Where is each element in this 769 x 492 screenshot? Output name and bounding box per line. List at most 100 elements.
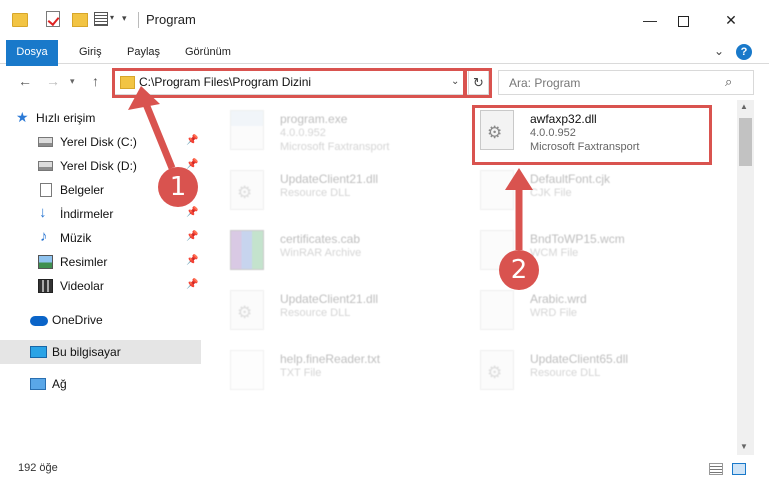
properties-check-icon[interactable] [46,11,60,27]
file-highlight-box [472,105,712,165]
sidebar-item-label: İndirmeler [60,207,114,221]
list-item[interactable]: UpdateClient21.dll Resource DLL [220,162,460,218]
file-name: UpdateClient21.dll [280,292,379,306]
large-icons-view-icon[interactable] [732,463,746,475]
file-type: Resource DLL [280,307,351,319]
list-item[interactable]: DefaultFont.cjk CJK File [470,162,710,218]
file-name: BndToWP15.wcm [530,232,625,246]
music-icon: ♪ [40,228,48,245]
window-title: Program [146,12,196,27]
file-name: help.fineReader.txt [280,352,381,366]
file-name: certificates.cab [280,232,361,246]
list-item[interactable]: Arabic.wrd WRD File [470,282,710,338]
file-icon [480,170,514,210]
sidebar-item-music[interactable]: ♪ Müzik 📌 [0,226,201,250]
file-name: program.exe [280,112,348,126]
file-name: Arabic.wrd [530,292,587,306]
tab-home[interactable]: Giriş [79,40,102,64]
tab-share[interactable]: Paylaş [127,40,160,64]
list-item[interactable]: UpdateClient21.dll Resource DLL [220,282,460,338]
ribbon-tabs: Dosya Giriş Paylaş Görünüm ⌄ ? [0,40,769,96]
up-arrow-icon[interactable]: ↑ [92,73,99,89]
tab-view[interactable]: Görünüm [185,40,231,64]
star-icon: ★ [16,109,29,125]
sidebar-item-quick-access[interactable]: ★ Hızlı erişim [0,106,201,130]
close-button[interactable]: ✕ [708,8,754,32]
sidebar-item-network[interactable]: Ağ [0,372,201,396]
search-placeholder: Ara: Program [509,76,581,90]
sidebar-item-pictures[interactable]: Resimler 📌 [0,250,201,274]
archive-icon [230,230,264,270]
video-icon [38,279,53,293]
pin-icon: 📌 [186,255,199,266]
divider [138,12,139,28]
pin-icon: 📌 [186,279,199,290]
dll-gear-icon [480,350,514,390]
file-type: Resource DLL [530,367,601,379]
search-input[interactable]: Ara: Program ⌕ [498,70,754,95]
file-type: TXT File [280,367,322,379]
new-folder-icon[interactable] [72,13,88,27]
address-highlight-box [112,68,466,98]
sidebar-item-onedrive[interactable]: OneDrive [0,308,201,332]
file-name: UpdateClient21.dll [280,172,379,186]
document-icon [40,183,52,197]
file-icon [480,290,514,330]
file-name: DefaultFont.cjk [530,172,611,186]
folder-icon[interactable] [12,13,28,27]
scroll-up-icon[interactable]: ▲ [740,102,748,111]
list-item[interactable]: certificates.cab WinRAR Archive [220,222,460,278]
details-view-icon[interactable] [709,463,723,475]
search-icon[interactable]: ⌕ [725,74,732,90]
sidebar-item-videos[interactable]: Videolar 📌 [0,274,201,298]
computer-icon [30,346,47,358]
maximize-button[interactable] [660,8,706,32]
file-type: Resource DLL [280,187,351,199]
dll-gear-icon [230,170,264,210]
help-icon[interactable]: ? [736,44,752,60]
status-bar: 192 öğe [0,456,769,482]
sidebar-item-disk-c[interactable]: Yerel Disk (C:) 📌 [0,130,201,154]
back-arrow-icon[interactable]: ← [18,73,32,89]
drive-icon [38,137,53,147]
list-item[interactable]: UpdateClient65.dll Resource DLL [470,342,710,398]
recent-locations-icon[interactable]: ▾ [70,76,75,87]
download-icon: ↓ [39,204,47,221]
sidebar-item-label: Hızlı erişim [36,111,96,125]
chevron-down-icon[interactable]: ▾ [110,13,114,35]
pin-icon: 📌 [186,135,199,146]
sidebar-item-label: Yerel Disk (C:) [60,135,137,149]
vertical-scrollbar[interactable]: ▲ ▼ [737,100,754,455]
file-version: 4.0.0.952 [280,127,326,139]
file-type: WinRAR Archive [280,247,362,259]
pictures-icon [38,255,53,269]
title-bar: ▾ ▾ Program — ✕ [0,0,769,40]
sidebar-item-label: Ağ [52,377,67,391]
refresh-highlight-box [464,68,492,98]
scroll-down-icon[interactable]: ▼ [740,442,748,451]
drive-icon [38,161,53,171]
scroll-thumb[interactable] [739,118,752,166]
file-type: WCM File [530,247,579,259]
customize-toolbar-icon[interactable]: ▾ [122,13,127,35]
sidebar-item-label: Resimler [60,255,108,269]
sidebar-item-label: Yerel Disk (D:) [60,159,137,173]
forward-arrow-icon[interactable]: → [46,73,60,89]
file-description: Microsoft Faxtransport [280,141,390,153]
exe-icon [230,110,264,150]
sidebar-item-label: Belgeler [60,183,105,197]
pin-icon: 📌 [186,231,199,242]
text-file-icon [230,350,264,390]
file-type: WRD File [530,307,578,319]
sidebar-item-this-pc[interactable]: Bu bilgisayar [0,340,201,364]
list-item[interactable]: help.fineReader.txt TXT File [220,342,460,398]
step-badge-1: 1 [158,167,198,207]
expand-ribbon-icon[interactable]: ⌄ [714,44,724,58]
list-item[interactable]: program.exe 4.0.0.952 Microsoft Faxtrans… [220,102,460,158]
dll-gear-icon [230,290,264,330]
pin-icon: 📌 [186,159,199,170]
step-badge-2: 2 [499,250,539,290]
sidebar-item-label: Müzik [60,231,92,245]
list-icon[interactable] [94,12,108,26]
sidebar-item-label: Bu bilgisayar [52,345,121,359]
